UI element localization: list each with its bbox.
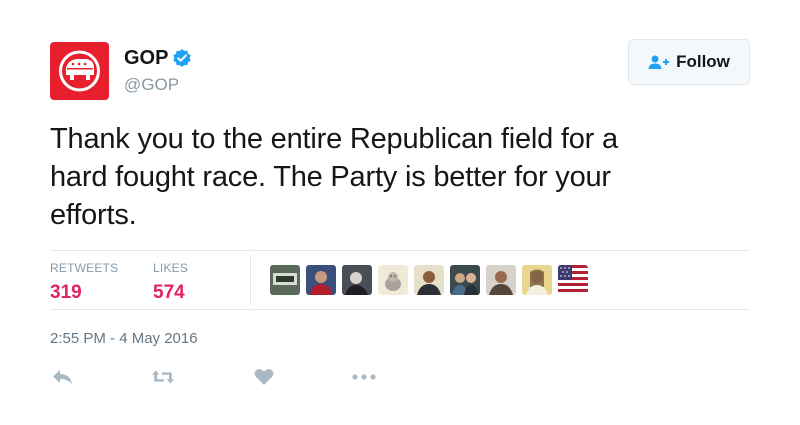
more-button[interactable]: [352, 367, 376, 387]
tweet-text-line: Thank you to the entire Republican field…: [50, 123, 618, 155]
liker-avatars: [270, 265, 594, 295]
liker-avatar-icon[interactable]: [486, 265, 516, 295]
add-user-icon: [648, 55, 670, 69]
us-flag-icon[interactable]: [558, 265, 588, 295]
liker-avatar-icon[interactable]: [270, 265, 300, 295]
tweet-text-line: efforts.: [50, 199, 137, 231]
liker-avatar-icon[interactable]: [378, 265, 408, 295]
liker-avatar-icon[interactable]: [306, 265, 336, 295]
tweet-timestamp[interactable]: 2:55 PM - 4 May 2016: [50, 329, 198, 349]
retweets-stat[interactable]: RETWEETS 319: [50, 261, 118, 305]
like-button[interactable]: [252, 367, 276, 387]
liker-avatar-icon[interactable]: [450, 265, 480, 295]
retweet-icon: [151, 370, 175, 384]
stats-top-divider: [50, 250, 750, 251]
republican-elephant-logo-icon: [59, 50, 100, 92]
retweet-button[interactable]: [151, 367, 175, 387]
more-dots-icon: [352, 374, 376, 380]
account-handle[interactable]: @GOP: [124, 74, 179, 96]
follow-button[interactable]: Follow: [628, 39, 750, 85]
account-name-row: GOP: [124, 46, 192, 70]
retweets-count: 319: [50, 282, 82, 303]
retweets-label: RETWEETS: [50, 261, 119, 275]
stats-separator: [250, 254, 251, 306]
avatar[interactable]: [50, 42, 109, 100]
follow-button-label: Follow: [676, 52, 730, 71]
liker-avatar-icon[interactable]: [522, 265, 552, 295]
tweet-text: Thank you to the entire Republican field…: [50, 120, 750, 234]
reply-button[interactable]: [51, 367, 75, 387]
account-name[interactable]: GOP: [124, 46, 168, 70]
likes-stat[interactable]: LIKES 574: [153, 261, 188, 305]
liker-avatar-icon[interactable]: [414, 265, 444, 295]
heart-icon: [254, 369, 274, 385]
stats-bottom-divider: [50, 309, 750, 310]
verified-badge-icon: [173, 49, 192, 67]
tweet-text-line: hard fought race. The Party is better fo…: [50, 161, 611, 193]
liker-avatar-icon[interactable]: [342, 265, 372, 295]
reply-icon: [53, 370, 72, 384]
likes-count: 574: [153, 282, 185, 303]
likes-label: LIKES: [153, 261, 189, 275]
